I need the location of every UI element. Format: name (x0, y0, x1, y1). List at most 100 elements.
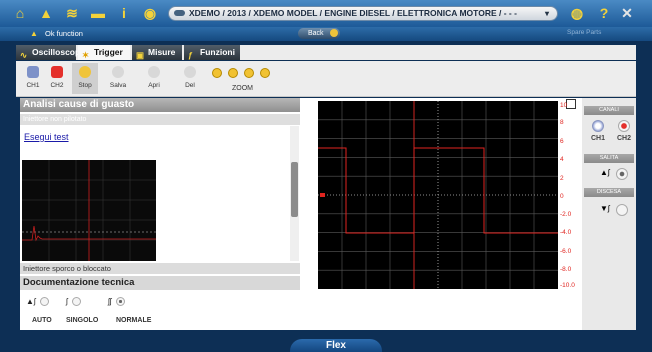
apri-button[interactable]: Apri (142, 63, 166, 89)
tab-trigger[interactable]: ✶ Trigger (78, 45, 130, 60)
folder-icon[interactable]: ▬ (88, 3, 108, 23)
trigger-mode-label: NORMALE (116, 317, 152, 324)
ch2-toggle[interactable] (618, 120, 630, 132)
wifi-icon[interactable]: ≋ (62, 3, 82, 23)
zoom-in-icon[interactable] (212, 68, 222, 78)
single-radio[interactable] (71, 297, 81, 307)
tab-oscilloscopio[interactable]: ∿ Oscilloscopio (16, 45, 88, 60)
rising-edge-icon: ▲ʃ (26, 297, 36, 306)
car-icon[interactable]: ▲ (36, 3, 56, 23)
scrollbar[interactable] (290, 126, 299, 261)
brand-logo-icon: ◍ (570, 4, 584, 21)
oscilloscope-icon: ∿ (20, 50, 28, 60)
y-axis-label: 6 (560, 138, 564, 145)
tabs-bar: ∿ Oscilloscopio ✶ Trigger ▣ Misure ƒ Fun… (16, 45, 636, 60)
normal-radio[interactable] (115, 297, 125, 307)
y-axis-label: -8.0 (560, 266, 572, 273)
secondary-bar: ▲ Ok function Back Spare Parts (0, 27, 652, 41)
globe-icon[interactable]: ◉ (140, 3, 160, 23)
channel-side-panel: CANALI CH1 CH2 SALITA ▲ʃ DISCESA ▼ʃ (582, 98, 636, 330)
ch2-button[interactable]: CH2 (46, 63, 68, 89)
zoom-label: ZOOM (232, 85, 253, 92)
technical-documentation[interactable]: Documentazione tecnica (20, 276, 300, 290)
rising-radio[interactable] (616, 168, 628, 180)
y-axis-label: -10.0 (560, 282, 575, 289)
single-icon: ʃ (66, 297, 68, 306)
expand-icon[interactable] (566, 99, 576, 109)
section-title: Analisi cause di guasto (20, 98, 300, 112)
trigger-single-option[interactable]: ʃ (66, 297, 81, 307)
vehicle-breadcrumb[interactable]: XDEMO / 2013 / XDEMO MODEL / ENGINE DIES… (168, 6, 558, 21)
ch1-toggle[interactable] (592, 120, 604, 132)
open-icon (148, 66, 160, 78)
tab-misure[interactable]: ▣ Misure (132, 45, 182, 60)
y-axis-label: -6.0 (560, 248, 572, 255)
zoom-out-icon[interactable] (228, 68, 238, 78)
salva-label: Salva (109, 82, 127, 89)
normal-icon: ʃʃ (108, 297, 112, 306)
info-icon[interactable]: i (114, 3, 134, 23)
tab-label: Trigger (94, 47, 123, 57)
flex-tab[interactable]: Flex (290, 339, 382, 352)
falling-radio[interactable] (616, 204, 628, 216)
ok-function-label[interactable]: Ok function (45, 29, 83, 39)
stop-icon (79, 66, 91, 78)
back-button[interactable]: Back (298, 28, 340, 39)
top-toolbar: ⌂ ▲ ≋ ▬ i ◉ XDEMO / 2013 / XDEMO MODEL /… (0, 0, 652, 27)
tab-label: Misure (148, 47, 176, 57)
apri-label: Apri (148, 82, 160, 89)
trigger-normal-option[interactable]: ʃʃ (108, 297, 125, 307)
ch2-icon (51, 66, 63, 78)
scrollbar-thumb[interactable] (291, 162, 298, 217)
car-small-icon: ▲ (30, 29, 38, 38)
tools-icon[interactable]: ✕ (617, 3, 637, 23)
vehicle-icon (174, 10, 185, 16)
help-icon[interactable]: ? (594, 3, 614, 23)
trigger-mode-label: AUTO (32, 317, 52, 324)
chevron-down-icon: ▾ (544, 9, 549, 18)
delete-icon (184, 66, 196, 78)
trigger-auto-option[interactable]: ▲ʃ (26, 297, 49, 307)
run-test-link[interactable]: Esegui test (24, 132, 69, 142)
zoom-y-icon[interactable] (260, 68, 270, 78)
del-label: Del (185, 82, 195, 89)
reference-waveform (22, 160, 156, 261)
save-icon (112, 66, 124, 78)
zoom-x-icon[interactable] (244, 68, 254, 78)
falling-edge-icon: ▼ʃ (600, 204, 610, 213)
stop-button[interactable]: Stop (72, 63, 98, 94)
ch2-side-label: CH2 (617, 135, 632, 142)
rising-edge-icon: ▲ʃ (600, 168, 610, 177)
canali-header: CANALI (584, 106, 634, 115)
measure-icon: ▣ (136, 50, 145, 60)
ch1-label: CH1 (26, 82, 40, 89)
oscilloscope-toolbar: CH1 CH2 Stop Salva Apri Del ZOOM (16, 61, 636, 97)
back-label: Back (308, 30, 324, 37)
fault-analysis-pane: Analisi cause di guasto Iniettore non pi… (20, 98, 300, 330)
ch1-icon (27, 66, 39, 78)
y-axis-label: -4.0 (560, 229, 572, 236)
tab-label: Funzioni (200, 47, 235, 57)
del-button[interactable]: Del (178, 63, 202, 89)
home-icon[interactable]: ⌂ (10, 3, 30, 23)
oscilloscope-screen[interactable] (318, 101, 558, 289)
tab-funzioni[interactable]: ƒ Funzioni (184, 45, 240, 60)
discesa-header: DISCESA (584, 188, 634, 197)
y-axis-label: 8 (560, 119, 564, 126)
y-axis-label: 0 (560, 193, 564, 200)
functions-icon: ƒ (188, 50, 193, 60)
ch1-button[interactable]: CH1 (22, 63, 44, 89)
auto-radio[interactable] (39, 297, 49, 307)
breadcrumb-text: XDEMO / 2013 / XDEMO MODEL / ENGINE DIES… (189, 8, 517, 18)
stop-label: Stop (78, 82, 92, 89)
y-axis-label: -2.0 (560, 211, 572, 218)
spare-parts-link[interactable]: Spare Parts (567, 29, 601, 36)
injector-blocked-item[interactable]: Iniettore sporco o bloccato (20, 263, 300, 274)
scope-area: 10 8 6 4 2 0 -2.0 -4.0 -6.0 -8.0 -10.0 (300, 98, 582, 330)
salita-header: SALITA (584, 154, 634, 163)
ch2-label: CH2 (50, 82, 64, 89)
trigger-mode-label: SINGOLO (66, 317, 99, 324)
salva-button[interactable]: Salva (106, 63, 130, 89)
ch1-side-label: CH1 (591, 135, 606, 142)
subsection-title: Iniettore non pilotato (20, 114, 300, 125)
